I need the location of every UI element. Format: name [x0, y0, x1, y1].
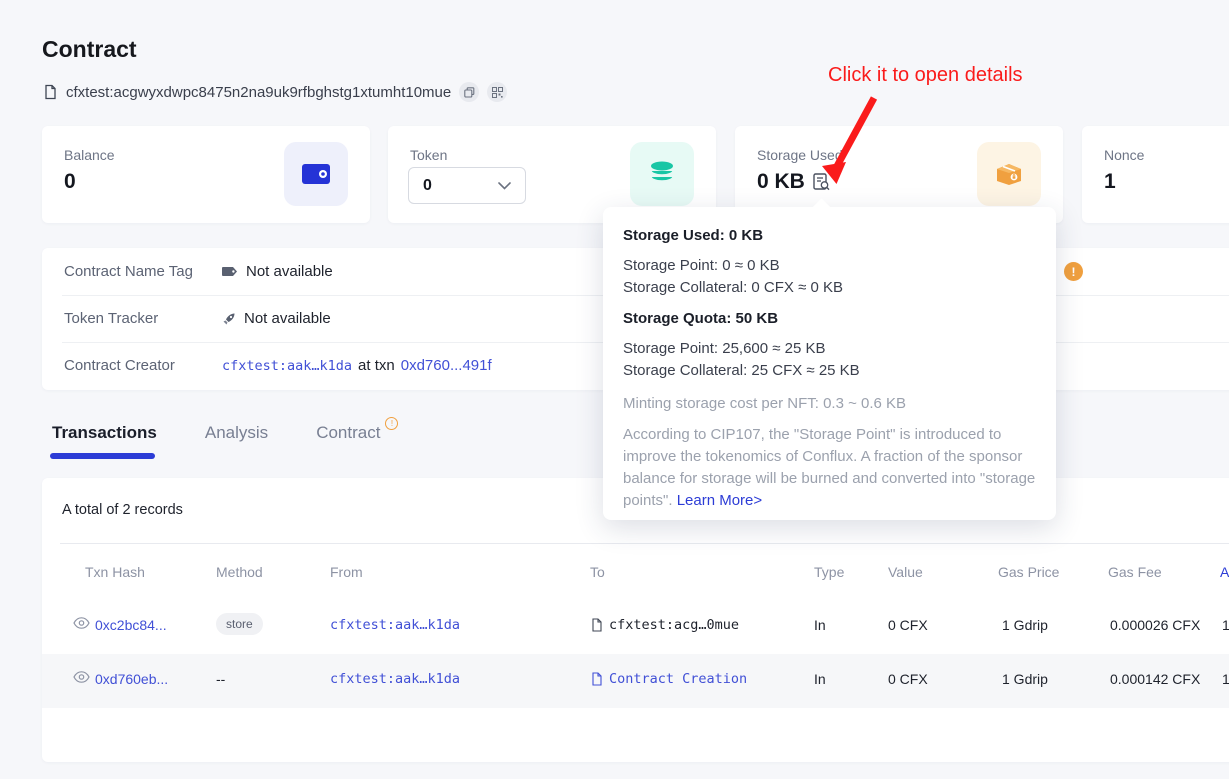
cip107-note: According to CIP107, the "Storage Point"…: [623, 424, 1038, 512]
minting-cost-note: Minting storage cost per NFT: 0.3 ~ 0.6 …: [623, 393, 1036, 415]
col-gas-fee: Gas Fee: [1108, 564, 1162, 580]
storage-package-icon: [977, 142, 1041, 206]
age-cell: 1: [1222, 617, 1229, 633]
info-label: Contract Name Tag: [64, 263, 193, 280]
annotation-arrow: [806, 92, 896, 192]
wallet-icon: [284, 142, 348, 206]
rocket-icon: [222, 312, 236, 326]
transactions-panel: A total of 2 records Txn Hash Method Fro…: [42, 478, 1229, 762]
contract-creation-link[interactable]: Contract Creation: [609, 671, 747, 687]
eye-icon[interactable]: [73, 671, 90, 683]
balance-card: Balance 0: [42, 126, 370, 223]
col-type: Type: [814, 564, 844, 580]
name-tag-icon: [222, 265, 238, 278]
gas-price-cell: 1 Gdrip: [1002, 671, 1048, 687]
col-method: Method: [216, 564, 263, 580]
tab-contract[interactable]: Contract !: [316, 423, 380, 443]
col-from: From: [330, 564, 363, 580]
storage-used-point: Storage Point: 0 ≈ 0 KB: [623, 255, 1036, 277]
contract-icon: [42, 84, 58, 100]
storage-quota-title: Storage Quota: 50 KB: [623, 310, 1036, 327]
gas-fee-cell: 0.000026 CFX: [1110, 617, 1200, 633]
table-row: 0xd760eb... -- cfxtest:aak…k1da Contract…: [42, 654, 1229, 708]
col-to: To: [590, 564, 605, 580]
col-age-sort[interactable]: Age: [1220, 564, 1229, 580]
chevron-down-icon: [498, 182, 511, 190]
contract-address: cfxtest:acgwyxdwpc8475n2na9uk9rfbghstg1x…: [66, 84, 451, 101]
balance-value: 0: [64, 170, 76, 194]
info-label: Contract Creator: [64, 357, 175, 374]
info-label: Token Tracker: [64, 310, 158, 327]
contract-icon: [590, 672, 603, 686]
qr-code-icon: [492, 87, 503, 98]
nonce-value: 1: [1104, 170, 1116, 194]
col-txn-hash: Txn Hash: [85, 564, 145, 580]
warning-icon[interactable]: !: [1064, 262, 1083, 281]
gas-fee-cell: 0.000142 CFX: [1110, 671, 1200, 687]
to-address-self: cfxtest:acg…0mue: [609, 617, 739, 633]
method-empty: --: [216, 671, 225, 687]
txn-hash-link[interactable]: 0xc2bc84...: [95, 617, 167, 633]
storage-details-tooltip: Storage Used: 0 KB Storage Point: 0 ≈ 0 …: [603, 207, 1056, 520]
tab-contract-label: Contract: [316, 423, 380, 442]
storage-used-collateral: Storage Collateral: 0 CFX ≈ 0 KB: [623, 277, 1036, 299]
table-header: Txn Hash Method From To Type Value Gas P…: [42, 544, 1229, 600]
age-cell: 1: [1222, 671, 1229, 687]
token-select[interactable]: 0: [408, 167, 526, 204]
tab-transactions[interactable]: Transactions: [52, 423, 157, 443]
balance-label: Balance: [64, 147, 115, 163]
records-count: A total of 2 records: [62, 502, 183, 518]
storage-quota-collateral: Storage Collateral: 25 CFX ≈ 25 KB: [623, 360, 1036, 382]
creation-txn-link[interactable]: 0xd760...491f: [401, 357, 492, 374]
name-tag-value: Not available: [246, 263, 333, 280]
contract-tab-warning-icon: !: [385, 417, 398, 430]
eye-icon[interactable]: [73, 617, 90, 629]
active-tab-indicator: [50, 453, 155, 459]
value-cell: 0 CFX: [888, 617, 928, 633]
page-title: Contract: [42, 36, 137, 63]
value-cell: 0 CFX: [888, 671, 928, 687]
gas-price-cell: 1 Gdrip: [1002, 617, 1048, 633]
contract-page: Contract cfxtest:acgwyxdwpc8475n2na9uk9r…: [0, 0, 1229, 779]
creator-address-link[interactable]: cfxtest:aak…k1da: [222, 358, 352, 374]
method-badge: store: [216, 613, 263, 635]
col-gas-price: Gas Price: [998, 564, 1059, 580]
token-coins-icon: [630, 142, 694, 206]
contract-icon: [590, 618, 603, 632]
learn-more-link[interactable]: Learn More>: [677, 492, 762, 509]
type-value: In: [814, 617, 826, 633]
storage-quota-point: Storage Point: 25,600 ≈ 25 KB: [623, 338, 1036, 360]
token-tracker-value: Not available: [244, 310, 331, 327]
tab-analysis[interactable]: Analysis: [205, 423, 268, 443]
col-value: Value: [888, 564, 923, 580]
nonce-card: Nonce 1: [1082, 126, 1229, 223]
annotation-text: Click it to open details: [828, 64, 1023, 87]
txn-hash-link[interactable]: 0xd760eb...: [95, 671, 168, 687]
token-selected-value: 0: [423, 177, 432, 195]
address-row: cfxtest:acgwyxdwpc8475n2na9uk9rfbghstg1x…: [42, 82, 507, 102]
tab-bar: Transactions Analysis Contract !: [52, 423, 380, 443]
type-value: In: [814, 671, 826, 687]
from-address-link[interactable]: cfxtest:aak…k1da: [330, 617, 460, 633]
copy-icon: [464, 87, 475, 98]
storage-value: 0 KB: [757, 170, 805, 194]
token-label: Token: [410, 147, 447, 163]
nonce-label: Nonce: [1104, 147, 1144, 163]
storage-used-title: Storage Used: 0 KB: [623, 227, 1036, 244]
table-row: 0xc2bc84... store cfxtest:aak…k1da cfxte…: [42, 600, 1229, 654]
creator-middle-text: at txn: [358, 357, 395, 374]
copy-address-button[interactable]: [459, 82, 479, 102]
from-address-link[interactable]: cfxtest:aak…k1da: [330, 671, 460, 687]
qr-code-button[interactable]: [487, 82, 507, 102]
